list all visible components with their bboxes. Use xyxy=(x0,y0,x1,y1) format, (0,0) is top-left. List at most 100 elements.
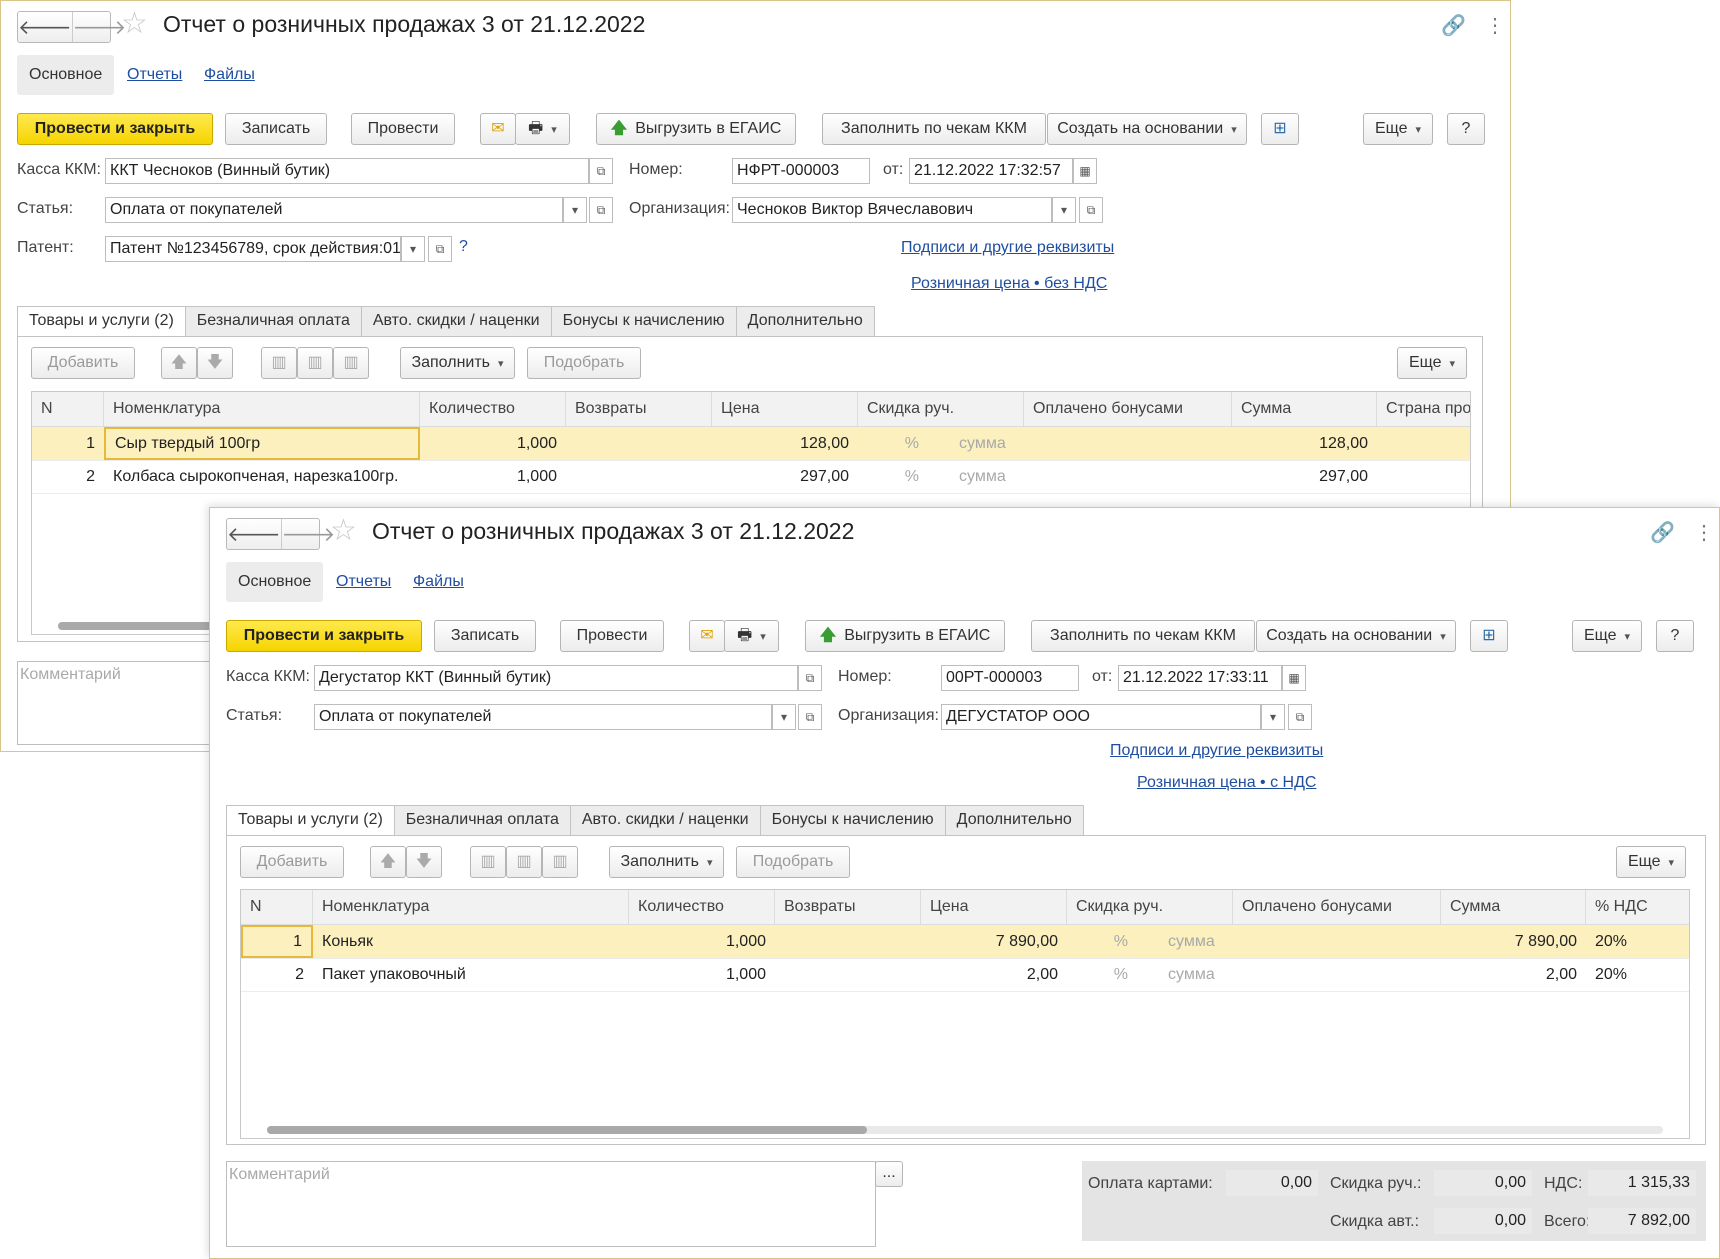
tab-cashless[interactable]: Безналичная оплата xyxy=(393,805,571,835)
cell-price[interactable]: 297,00 xyxy=(712,460,858,493)
move-up-icon[interactable]: 🡅 xyxy=(370,846,406,878)
cell-sum[interactable]: 7 890,00 xyxy=(1441,925,1586,958)
section-reports[interactable]: Отчеты xyxy=(127,55,182,95)
col-country[interactable]: Страна про xyxy=(1377,392,1470,426)
table-row[interactable]: 1 Коньяк 1,000 7 890,00 % сумма 7 890,00… xyxy=(241,925,1689,959)
move-down-icon[interactable]: 🡇 xyxy=(197,347,233,379)
barcode-icon[interactable]: ▥ xyxy=(297,347,333,379)
cell-name[interactable]: Сыр твердый 100гр xyxy=(104,427,420,460)
add-button[interactable]: Добавить xyxy=(240,846,344,878)
star-icon[interactable]: ☆ xyxy=(330,516,357,546)
col-n[interactable]: N xyxy=(241,890,313,924)
cell-qty[interactable]: 1,000 xyxy=(420,427,566,460)
post-button[interactable]: Провести xyxy=(351,113,455,145)
select-button[interactable]: Подобрать xyxy=(736,846,850,878)
cell-n[interactable]: 1 xyxy=(241,925,313,958)
signatures-link[interactable]: Подписи и другие реквизиты xyxy=(1110,742,1323,760)
cell-name[interactable]: Пакет упаковочный xyxy=(313,958,629,991)
help-button[interactable]: ? xyxy=(1656,620,1694,652)
section-files[interactable]: Файлы xyxy=(413,562,464,602)
open-icon[interactable]: ⧉ xyxy=(1288,704,1312,730)
structure-icon[interactable]: ⊞ xyxy=(1470,620,1508,652)
mail-icon[interactable]: ✉ xyxy=(689,620,725,652)
cell-returns[interactable] xyxy=(566,460,712,493)
mail-icon[interactable]: ✉ xyxy=(480,113,516,145)
table-row[interactable]: 2 Колбаса сырокопченая, нарезка100гр. 1,… xyxy=(32,460,1470,494)
col-n[interactable]: N xyxy=(32,392,104,426)
upload-egais-button[interactable]: 🡅 Выгрузить в ЕГАИС xyxy=(596,113,796,145)
cell-vat[interactable]: 20% xyxy=(1586,958,1689,991)
col-bonus[interactable]: Оплачено бонусами xyxy=(1024,392,1232,426)
col-qty[interactable]: Количество xyxy=(629,890,775,924)
link-icon[interactable]: 🔗 xyxy=(1441,13,1466,38)
cell-sum[interactable]: 128,00 xyxy=(1232,427,1377,460)
move-down-icon[interactable]: 🡇 xyxy=(406,846,442,878)
tab-bonuses[interactable]: Бонусы к начислению xyxy=(550,306,737,336)
fill-kkm-button[interactable]: Заполнить по чекам ККМ xyxy=(822,113,1046,145)
table-row[interactable]: 1 Сыр твердый 100гр 1,000 128,00 % сумма… xyxy=(32,427,1470,461)
cell-disc[interactable]: сумма xyxy=(950,427,1024,460)
article-field[interactable]: Оплата от покупателей xyxy=(105,197,563,223)
upload-egais-button[interactable]: 🡅 Выгрузить в ЕГАИС xyxy=(805,620,1005,652)
col-vat[interactable]: % НДС xyxy=(1586,890,1689,924)
cell-bonus[interactable] xyxy=(1024,427,1232,460)
date-field[interactable]: 21.12.2022 17:33:11 xyxy=(1118,665,1282,691)
calendar-icon[interactable]: ▦ xyxy=(1073,158,1097,184)
cell-price[interactable]: 7 890,00 xyxy=(921,925,1067,958)
horizontal-scrollbar[interactable] xyxy=(267,1126,1663,1134)
section-main[interactable]: Основное xyxy=(226,562,324,602)
col-discount[interactable]: Скидка руч. xyxy=(858,392,1024,426)
create-based-button[interactable]: Создать на основании xyxy=(1256,620,1456,652)
post-close-button[interactable]: Провести и закрыть xyxy=(17,113,213,145)
print-icon[interactable]: 🖶 xyxy=(515,113,570,145)
comment-field[interactable]: Комментарий xyxy=(226,1161,876,1247)
cell-bonus[interactable] xyxy=(1233,958,1441,991)
barcode-icon[interactable]: ▥ xyxy=(470,846,506,878)
dropdown-icon[interactable]: ▾ xyxy=(1052,197,1076,223)
post-close-button[interactable]: Провести и закрыть xyxy=(226,620,422,652)
cell-disc[interactable]: сумма xyxy=(1159,925,1233,958)
more-vert-icon[interactable]: ⋮ xyxy=(1485,13,1505,38)
tab-additional[interactable]: Дополнительно xyxy=(944,805,1084,835)
cell-qty[interactable]: 1,000 xyxy=(629,925,775,958)
col-sum[interactable]: Сумма xyxy=(1232,392,1377,426)
col-qty[interactable]: Количество xyxy=(420,392,566,426)
cell-pct[interactable]: % xyxy=(858,427,928,460)
open-icon[interactable]: ⧉ xyxy=(798,665,822,691)
select-button[interactable]: Подобрать xyxy=(527,347,641,379)
dropdown-icon[interactable]: ▾ xyxy=(563,197,587,223)
scrollbar-thumb[interactable] xyxy=(267,1126,867,1134)
forward-arrow-icon[interactable]: 🡒 xyxy=(71,12,126,42)
cell-country[interactable] xyxy=(1377,460,1470,493)
print-icon[interactable]: 🖶 xyxy=(724,620,779,652)
cell-bonus[interactable] xyxy=(1024,460,1232,493)
cell-pct[interactable]: % xyxy=(1067,958,1137,991)
section-reports[interactable]: Отчеты xyxy=(336,562,391,602)
comment-open-button[interactable]: ... xyxy=(875,1161,903,1187)
org-field[interactable]: Чесноков Виктор Вячеславович xyxy=(732,197,1052,223)
col-sum[interactable]: Сумма xyxy=(1441,890,1586,924)
col-bonus[interactable]: Оплачено бонусами xyxy=(1233,890,1441,924)
move-up-icon[interactable]: 🡅 xyxy=(161,347,197,379)
cell-returns[interactable] xyxy=(775,958,921,991)
tab-additional[interactable]: Дополнительно xyxy=(735,306,875,336)
barcode-icon[interactable]: ▥ xyxy=(506,846,542,878)
cell-bonus[interactable] xyxy=(1233,925,1441,958)
link-icon[interactable]: 🔗 xyxy=(1650,520,1675,545)
add-button[interactable]: Добавить xyxy=(31,347,135,379)
more-button[interactable]: Еще xyxy=(1572,620,1642,652)
cell-price[interactable]: 2,00 xyxy=(921,958,1067,991)
section-main[interactable]: Основное xyxy=(17,55,115,95)
kassa-field[interactable]: ККТ Чесноков (Винный бутик) xyxy=(105,158,589,184)
cell-qty[interactable]: 1,000 xyxy=(420,460,566,493)
col-returns[interactable]: Возвраты xyxy=(775,890,921,924)
tab-cashless[interactable]: Безналичная оплата xyxy=(184,306,362,336)
section-files[interactable]: Файлы xyxy=(204,55,255,95)
cell-name[interactable]: Коньяк xyxy=(313,925,629,958)
col-price[interactable]: Цена xyxy=(921,890,1067,924)
table-more-button[interactable]: Еще xyxy=(1397,347,1467,379)
open-icon[interactable]: ⧉ xyxy=(1079,197,1103,223)
cell-country[interactable] xyxy=(1377,427,1470,460)
cell-disc[interactable]: сумма xyxy=(950,460,1024,493)
tab-auto-discounts[interactable]: Авто. скидки / наценки xyxy=(360,306,552,336)
